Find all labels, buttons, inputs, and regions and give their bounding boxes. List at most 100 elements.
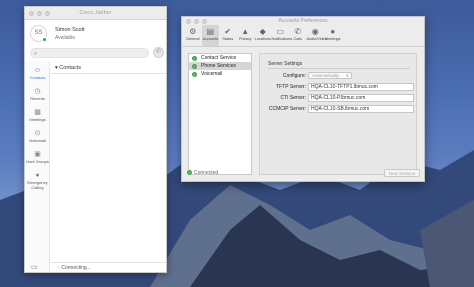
search-input[interactable]: ⌕ (30, 48, 149, 58)
check-icon: ✓ (187, 170, 192, 175)
call-button[interactable]: ✆ (153, 47, 164, 58)
tab-label: General (185, 37, 200, 41)
contacts-group-header[interactable]: ▾ Contacts (51, 62, 166, 74)
lock-icon: ▲ (241, 27, 250, 36)
jabber-window: Cisco Jabber SS Simon Scott Available ⌕ … (24, 6, 167, 273)
zoom-icon[interactable] (45, 11, 50, 16)
service-label: Voicemail (201, 71, 223, 77)
audio-video-icon: ◉ (311, 27, 319, 36)
nav-label: Hunt Groups (26, 159, 49, 164)
meetings-icon: ● (330, 27, 336, 36)
left-nav: ☺ Contacts ◷ Recents ▦ Meetings ⊙ Voicem… (25, 61, 50, 272)
zoom-icon[interactable] (202, 18, 207, 24)
nav-label: Recents (30, 96, 45, 101)
server-settings-panel: Server Settings Configure: Automatically… (259, 53, 417, 175)
chevron-down-icon: ▾ (55, 65, 58, 71)
nav-hunt-groups[interactable]: ▣ Hunt Groups (25, 151, 50, 164)
notifications-icon: ▭ (276, 27, 285, 36)
tab-calls[interactable]: ✆ Calls (289, 25, 307, 46)
nav-label: Meetings (29, 117, 46, 122)
preferences-window: Accounts Preferences ⚙ General ▤ Accounts … (181, 16, 425, 182)
tab-notifications[interactable]: ▭ Notifications (271, 25, 293, 46)
accounts-icon: ▤ (206, 27, 215, 36)
tftp-label: TFTP Server: (276, 84, 306, 90)
configure-label: Configure: (282, 73, 306, 79)
tab-label: Audio/Video (306, 37, 327, 41)
configure-select[interactable]: Automatically ⇕ (308, 72, 352, 79)
tab-locations[interactable]: ◆ Locations (254, 25, 272, 46)
tab-general[interactable]: ⚙ General (184, 25, 202, 46)
preferences-toolbar: ⚙ General ▤ Accounts ✔ Status ▲ Privacy ◆ Loc… (182, 25, 424, 47)
tab-label: Status (222, 37, 234, 41)
calendar-icon: ▦ (34, 109, 41, 116)
minimize-icon[interactable] (194, 18, 199, 24)
service-item-contact-service[interactable]: ✓ Contact Service (189, 54, 251, 62)
new-session-button[interactable]: New Session (384, 169, 420, 177)
nav-label: Emergency Calling (27, 180, 48, 190)
check-icon: ✓ (192, 55, 197, 61)
tab-label: Meetings (325, 37, 341, 41)
tab-label: Accounts (202, 37, 219, 41)
person-icon: ☺ (33, 67, 42, 74)
tab-meetings[interactable]: ● Meetings (324, 25, 342, 46)
service-label: Contact Service (201, 55, 237, 61)
connection-status-label: Connected (194, 170, 219, 176)
service-item-voicemail[interactable]: ✓ Voicemail (189, 70, 251, 78)
window-controls[interactable] (186, 18, 207, 24)
user-name: Simon Scott (55, 27, 85, 33)
tftp-server-field[interactable]: HQA-CL10-TFTP1.lbmuc.com (308, 83, 414, 91)
connection-status: ✓ Connected (187, 170, 218, 176)
nav-voicemail[interactable]: ⊙ Voicemail (25, 130, 50, 143)
service-item-phone-services[interactable]: ✓ Phone Services (189, 62, 251, 70)
check-icon: ✓ (192, 71, 197, 77)
voicemail-icon: ⊙ (34, 130, 41, 137)
tab-label: Notifications (271, 37, 293, 41)
ccmcip-server-field[interactable]: HQA-CL10-SB.lbmuc.com (308, 105, 414, 113)
service-label: Phone Services (201, 63, 237, 69)
jabber-titlebar: Cisco Jabber (25, 7, 166, 20)
presence-status[interactable]: Available (55, 35, 75, 41)
cti-server-field[interactable]: HQA-CL10-P.lbmuc.com (308, 94, 414, 102)
cti-label: CTI Server: (280, 95, 306, 101)
minimize-icon[interactable] (37, 11, 42, 16)
tab-accounts[interactable]: ▤ Accounts (201, 25, 219, 46)
tab-privacy[interactable]: ▲ Privacy (237, 25, 255, 46)
tab-label: Locations (254, 37, 271, 41)
window-title: Cisco Jabber (79, 10, 112, 16)
gear-icon: ⚙ (189, 27, 197, 36)
nav-contacts[interactable]: ☺ Contacts (25, 67, 50, 80)
check-icon: ✓ (192, 63, 197, 69)
nav-label: Voicemail (28, 138, 47, 143)
nav-emergency-calling[interactable]: ● Emergency Calling (25, 172, 50, 190)
tab-label: Calls (293, 37, 302, 41)
contacts-group-label: Contacts (59, 65, 82, 71)
connection-status-bar: ◌ Connecting... (51, 262, 166, 272)
ccmcip-label: CCMCIP Server: (268, 106, 306, 112)
divider (268, 68, 410, 69)
nav-label: Contacts (29, 75, 46, 80)
presence-icon (42, 37, 47, 42)
nav-recents[interactable]: ◷ Recents (25, 88, 50, 101)
search-icon: ⌕ (34, 51, 38, 57)
close-icon[interactable] (29, 11, 34, 16)
device-icon[interactable]: ▭ (31, 263, 38, 271)
globe-icon: ● (35, 172, 40, 179)
tab-audio-video[interactable]: ◉ Audio/Video (306, 25, 327, 46)
phone-icon: ✆ (155, 49, 162, 55)
preferences-titlebar: Accounts Preferences (182, 17, 424, 25)
close-icon[interactable] (186, 18, 191, 24)
status-icon: ✔ (224, 27, 232, 36)
clock-icon: ◷ (34, 88, 41, 95)
connection-status-text: Connecting... (61, 265, 91, 271)
window-title: Accounts Preferences (278, 18, 328, 24)
phone-icon: ✆ (294, 27, 302, 36)
spinner-icon: ◌ (57, 265, 60, 271)
section-title: Server Settings (268, 61, 303, 67)
window-controls[interactable] (29, 11, 50, 16)
nav-meetings[interactable]: ▦ Meetings (25, 109, 50, 122)
tab-label: Privacy (239, 37, 252, 41)
hunt-group-icon: ▣ (34, 151, 41, 158)
chevron-down-icon: ⇕ (345, 73, 349, 78)
configure-value: Automatically (312, 73, 339, 78)
tab-status[interactable]: ✔ Status (219, 25, 237, 46)
